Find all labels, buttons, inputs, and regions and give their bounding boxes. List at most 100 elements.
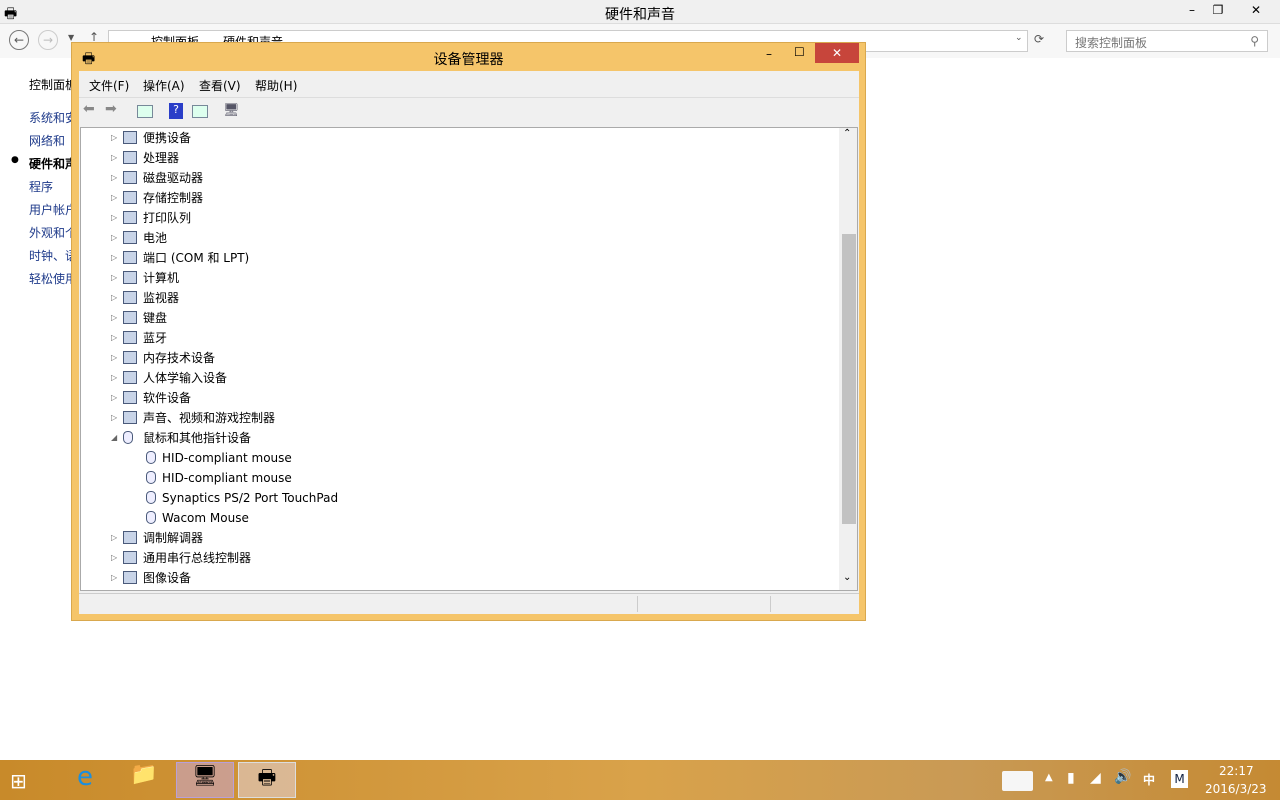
expand-arrow-icon[interactable]: ▷: [111, 388, 117, 408]
expand-arrow-icon[interactable]: ▷: [111, 288, 117, 308]
expand-arrow-icon[interactable]: ▷: [111, 248, 117, 268]
refresh-icon[interactable]: ⟳: [1034, 32, 1044, 46]
properties-icon[interactable]: [192, 105, 208, 118]
menu-help[interactable]: 帮助(H): [255, 77, 297, 94]
start-button-windows-icon[interactable]: ⊞: [10, 769, 27, 793]
volume-icon[interactable]: 🔊: [1114, 769, 1131, 785]
portable-device-icon: [123, 131, 137, 144]
ime-indicator[interactable]: 中: [1143, 771, 1155, 788]
ime-mode[interactable]: M: [1171, 770, 1188, 788]
search-icon: ⚲: [1250, 34, 1259, 48]
device-label: 键盘: [143, 311, 168, 325]
address-dropdown-icon[interactable]: ⌄: [1015, 33, 1023, 43]
collapse-arrow-icon[interactable]: ◢: [111, 428, 117, 448]
control-panel-taskbar-button[interactable]: 🖥: [176, 762, 234, 798]
clock-date[interactable]: 2016/3/23: [1205, 782, 1267, 796]
expand-arrow-icon[interactable]: ▷: [111, 148, 117, 168]
expand-arrow-icon[interactable]: ▷: [111, 408, 117, 428]
expand-arrow-icon[interactable]: ▷: [111, 188, 117, 208]
forward-arrow-icon[interactable]: ➡: [105, 101, 117, 117]
expand-arrow-icon[interactable]: ▷: [111, 328, 117, 348]
minimize-button[interactable]: –: [1178, 0, 1206, 20]
device-label: 计算机: [143, 271, 180, 285]
device-label: HID-compliant mouse: [162, 471, 292, 485]
computer-icon: [123, 271, 137, 284]
device-label: 电池: [143, 231, 168, 245]
show-hide-tree-icon[interactable]: [137, 105, 153, 118]
expand-arrow-icon[interactable]: ▷: [111, 268, 117, 288]
back-arrow-icon[interactable]: ⬅: [83, 101, 95, 117]
recent-dropdown-icon[interactable]: ▼: [68, 33, 74, 42]
control-panel-titlebar: 🖶 硬件和声音 – ❐ ✕: [0, 0, 1280, 24]
menu-file[interactable]: 文件(F): [89, 77, 129, 94]
nav-item[interactable]: 轻松使用: [29, 270, 77, 287]
modem-icon: [123, 531, 137, 544]
memory-icon: [123, 351, 137, 364]
menu-action[interactable]: 操作(A): [143, 77, 185, 94]
nav-home[interactable]: 控制面板: [29, 76, 77, 93]
expand-arrow-icon[interactable]: ▷: [111, 228, 117, 248]
maximize-button[interactable]: ❐: [1204, 0, 1232, 20]
keyboard-icon: [123, 311, 137, 324]
device-label: 蓝牙: [143, 331, 168, 345]
expand-arrow-icon[interactable]: ▷: [111, 548, 117, 568]
scan-hardware-icon[interactable]: 🖥: [223, 103, 240, 118]
nav-item[interactable]: 程序: [29, 178, 53, 195]
device-manager-taskbar-button[interactable]: 🖶: [238, 762, 296, 798]
mouse-icon: [146, 471, 156, 484]
file-explorer-icon[interactable]: 📁: [115, 762, 173, 798]
scroll-down-icon[interactable]: ⌄: [843, 572, 851, 583]
device-label: Synaptics PS/2 Port TouchPad: [162, 491, 339, 505]
window-title: 硬件和声音: [605, 7, 675, 23]
nav-item[interactable]: 时钟、语: [29, 247, 77, 264]
menu-view[interactable]: 查看(V): [199, 77, 241, 94]
device-label: 调制解调器: [143, 531, 204, 545]
expand-arrow-icon[interactable]: ▷: [111, 168, 117, 188]
minimize-button[interactable]: –: [766, 47, 772, 61]
disk-drive-icon: [123, 171, 137, 184]
close-button[interactable]: ✕: [1234, 0, 1278, 20]
expand-arrow-icon[interactable]: ▷: [111, 368, 117, 388]
clock-time[interactable]: 22:17: [1219, 764, 1254, 778]
nav-item[interactable]: 用户帐户: [29, 201, 77, 218]
expand-arrow-icon[interactable]: ▷: [111, 528, 117, 548]
sound-icon: [123, 411, 137, 424]
expand-arrow-icon[interactable]: ▷: [111, 568, 117, 588]
internet-explorer-icon[interactable]: e: [56, 762, 114, 798]
nav-item[interactable]: 网络和: [29, 132, 65, 149]
device-manager-titlebar[interactable]: 🖶 设备管理器 – ☐ ✕: [72, 43, 865, 71]
help-icon[interactable]: ?: [169, 103, 183, 119]
nav-item[interactable]: 系统和安: [29, 109, 77, 126]
scrollbar-thumb[interactable]: [842, 234, 856, 524]
device-label: 内存技术设备: [143, 351, 216, 365]
device-manager-title: 设备管理器: [433, 52, 504, 68]
device-label: 通用串行总线控制器: [143, 551, 252, 565]
mouse-icon: [146, 491, 156, 504]
imaging-device-icon: [123, 571, 137, 584]
device-tree[interactable]: ▷ 便携设备 ▷ 处理器 ▷ 磁盘驱动器 ▷ 存储控制器 ▷ 打印队列 ▷ 电池 ▷ 端口 (COM 和 …: [80, 127, 858, 591]
device-label: Wacom Mouse: [162, 511, 249, 525]
close-button[interactable]: ✕: [815, 43, 859, 63]
back-button[interactable]: ←: [9, 30, 29, 50]
forward-button[interactable]: →: [38, 30, 58, 50]
storage-controller-icon: [123, 191, 137, 204]
search-input[interactable]: 搜索控制面板 ⚲: [1066, 30, 1268, 52]
bluetooth-icon: [123, 331, 137, 344]
network-signal-icon[interactable]: ◢: [1090, 770, 1101, 786]
device-label: 图像设备: [143, 571, 192, 585]
vertical-scrollbar[interactable]: ⌃ ⌄: [839, 128, 857, 590]
expand-arrow-icon[interactable]: ▷: [111, 308, 117, 328]
nav-item[interactable]: 外观和个: [29, 224, 77, 241]
nav-item-active[interactable]: 硬件和声: [29, 155, 77, 172]
expand-arrow-icon[interactable]: ▷: [111, 208, 117, 228]
show-hidden-icons[interactable]: ▲: [1045, 772, 1053, 783]
expand-arrow-icon[interactable]: ▷: [111, 348, 117, 368]
active-bullet: ●: [11, 155, 19, 165]
maximize-button[interactable]: ☐: [794, 45, 805, 59]
device-label: 磁盘驱动器: [143, 171, 204, 185]
device-label: 处理器: [143, 151, 180, 165]
input-indicator[interactable]: [1002, 771, 1033, 791]
expand-arrow-icon[interactable]: ▷: [111, 128, 117, 148]
scroll-up-icon[interactable]: ⌃: [843, 128, 851, 139]
power-icon[interactable]: ▮: [1067, 770, 1075, 786]
